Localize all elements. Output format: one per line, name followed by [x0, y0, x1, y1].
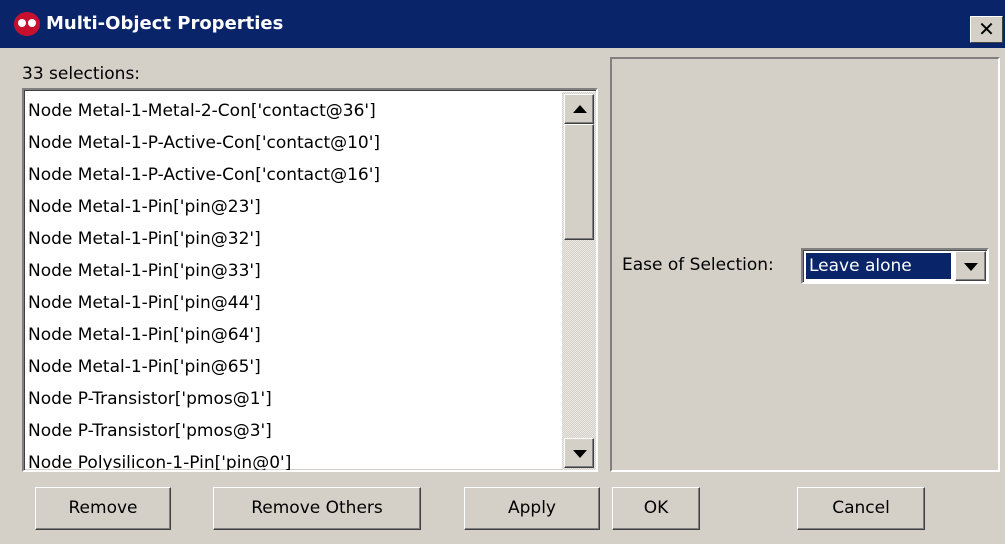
list-item[interactable]: Node Metal-1-Pin['pin@32']: [27, 223, 562, 255]
title-bar: Multi-Object Properties ✕: [0, 0, 1005, 48]
arrow-up-icon: [573, 105, 587, 113]
window-title: Multi-Object Properties: [46, 13, 284, 34]
chevron-down-icon: [964, 263, 978, 271]
ok-button[interactable]: OK: [612, 487, 700, 530]
list-item[interactable]: Node Polysilicon-1-Pin['pin@0']: [27, 447, 562, 470]
list-item[interactable]: Node Metal-1-Pin['pin@65']: [27, 351, 562, 383]
list-scrollbar[interactable]: [562, 92, 596, 470]
scroll-up-button[interactable]: [564, 94, 594, 124]
list-item[interactable]: Node Metal-1-Pin['pin@23']: [27, 191, 562, 223]
remove-button[interactable]: Remove: [35, 487, 171, 530]
list-item[interactable]: Node P-Transistor['pmos@3']: [27, 415, 562, 447]
cancel-button[interactable]: Cancel: [797, 487, 925, 530]
ease-of-selection-value: Leave alone: [806, 253, 951, 279]
list-item[interactable]: Node Metal-1-Pin['pin@33']: [27, 255, 562, 287]
apply-button[interactable]: Apply: [464, 487, 600, 530]
arrow-down-icon: [573, 450, 587, 458]
list-item[interactable]: Node Metal-1-P-Active-Con['contact@16']: [27, 159, 562, 191]
scroll-thumb[interactable]: [564, 124, 594, 240]
electric-app-icon: [14, 12, 40, 36]
list-item[interactable]: Node Metal-1-Metal-2-Con['contact@36']: [27, 95, 562, 127]
close-button[interactable]: ✕: [970, 16, 1003, 43]
selection-list[interactable]: Node Metal-1-Metal-2-Con['contact@36'] N…: [22, 88, 598, 472]
list-item[interactable]: Node Metal-1-Pin['pin@44']: [27, 287, 562, 319]
list-item[interactable]: Node Metal-1-P-Active-Con['contact@10']: [27, 127, 562, 159]
ease-of-selection-dropdown[interactable]: Leave alone: [801, 248, 989, 284]
ease-of-selection-label: Ease of Selection:: [622, 255, 774, 275]
selection-list-items: Node Metal-1-Metal-2-Con['contact@36'] N…: [27, 95, 562, 470]
selection-count-label: 33 selections:: [22, 64, 141, 84]
remove-others-button[interactable]: Remove Others: [213, 487, 421, 530]
list-item[interactable]: Node Metal-1-Pin['pin@64']: [27, 319, 562, 351]
scroll-down-button[interactable]: [564, 438, 594, 468]
list-item[interactable]: Node P-Transistor['pmos@1']: [27, 383, 562, 415]
dropdown-button[interactable]: [955, 251, 986, 281]
